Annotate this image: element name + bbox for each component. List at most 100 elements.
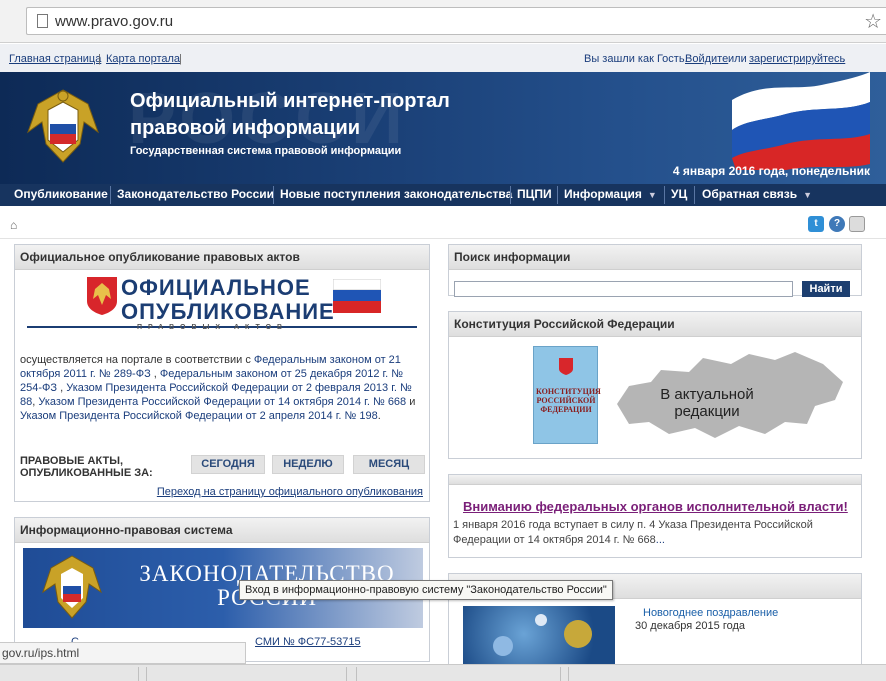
coat-of-arms-icon <box>87 277 117 315</box>
notice-title-link[interactable]: Вниманию федеральных органов исполнитель… <box>463 499 848 514</box>
print-icon[interactable] <box>849 216 865 232</box>
acts-published-label: ПРАВОВЫЕ АКТЫ, ОПУБЛИКОВАННЫЕ ЗА: <box>20 455 153 479</box>
twitter-icon[interactable]: t <box>808 216 824 232</box>
notice-body: 1 января 2016 года вступает в силу п. 4 … <box>453 519 813 546</box>
panel-header: Официальное опубликование правовых актов <box>15 245 429 270</box>
panel-title: Информационно-правовая система <box>20 523 233 537</box>
nav-feedback[interactable]: Обратная связь ▼ <box>702 187 812 201</box>
smi-registration-link[interactable]: СМИ № ФС77-53715 <box>255 636 361 648</box>
acts-label-line-2: ОПУБЛИКОВАННЫЕ ЗА: <box>20 467 153 479</box>
main-nav: Опубликование Законодательство России Но… <box>0 184 886 206</box>
panel-header: Информационно-правовая система <box>15 518 429 543</box>
publication-description: осуществляется на портале в соответствии… <box>20 353 422 423</box>
separator: | <box>98 53 101 65</box>
coat-of-arms-icon <box>559 358 573 375</box>
panel-header <box>449 475 861 485</box>
guest-status: Вы зашли как Гость. <box>584 53 688 65</box>
decree-link-668[interactable]: Указом Президента Российской Федерации о… <box>38 396 406 408</box>
login-link[interactable]: Войдите <box>685 53 728 65</box>
nav-uc[interactable]: УЦ <box>671 187 687 201</box>
browser-toolbar: www.pravo.gov.ru ☆ <box>0 0 886 43</box>
site-subtitle: Государственная система правовой информа… <box>130 145 402 157</box>
home-icon[interactable]: ⌂ <box>10 218 17 232</box>
nav-information-label: Информация <box>564 187 642 201</box>
official-publication-logo[interactable]: ОФИЦИАЛЬНОЕ ОПУБЛИКОВАНИЕ ПРАВОВЫХ АКТОВ <box>25 269 419 333</box>
dot-text: . <box>842 53 846 65</box>
nav-information[interactable]: Информация ▼ <box>564 187 657 201</box>
nav-publication[interactable]: Опубликование <box>14 187 108 201</box>
chevron-down-icon: ▼ <box>803 190 813 200</box>
logo-line-3: ПРАВОВЫХ АКТОВ <box>137 324 289 331</box>
read-more-link[interactable]: ... <box>656 534 665 546</box>
tooltip: Вход в информационно-правовую систему "З… <box>239 580 613 600</box>
download-separator <box>138 667 139 681</box>
comma: , <box>150 368 160 380</box>
nav-legislation[interactable]: Законодательство России <box>117 187 274 201</box>
panel-title: Поиск информации <box>454 250 571 264</box>
nav-separator <box>273 186 274 204</box>
current-date: 4 января 2016 года, понедельник <box>672 164 870 178</box>
today-button[interactable]: СЕГОДНЯ <box>191 455 265 474</box>
russian-flag-icon <box>732 72 870 170</box>
caption-line-2: редакции <box>674 403 740 420</box>
fso-emblem-icon[interactable] <box>18 82 108 168</box>
nav-new-legislation[interactable]: Новые поступления законодательства <box>280 187 512 201</box>
top-links-bar: Главная страница | Карта портала | Вы за… <box>0 44 886 72</box>
official-publication-page-link[interactable]: Переход на страницу официального опублик… <box>157 486 423 498</box>
constitution-book[interactable]: КОНСТИТУЦИЯ РОССИЙСКОЙ ФЕДЕРАЦИИ <box>533 346 601 444</box>
panel-header: Конституция Российской Федерации <box>449 312 861 337</box>
separator: | <box>179 53 182 65</box>
week-button[interactable]: НЕДЕЛЮ <box>272 455 344 474</box>
notice-panel: Вниманию федеральных органов исполнитель… <box>448 474 862 558</box>
fso-emblem-icon <box>42 555 102 619</box>
nav-separator <box>664 186 665 204</box>
nav-separator <box>110 186 111 204</box>
constitution-panel: Конституция Российской Федерации КОНСТИТ… <box>448 311 862 459</box>
help-icon[interactable]: ? <box>829 216 845 232</box>
month-button[interactable]: МЕСЯЦ <box>353 455 425 474</box>
news-item-date: 30 декабря 2015 года <box>635 620 746 632</box>
flag-icon <box>333 279 381 313</box>
constitution-caption[interactable]: В актуальной редакции <box>637 386 777 420</box>
search-input[interactable] <box>454 281 793 297</box>
chevron-down-icon: ▼ <box>647 190 657 200</box>
download-bar <box>0 664 886 681</box>
acts-label-line-1: ПРАВОВЫЕ АКТЫ, <box>20 455 124 467</box>
news-item-link[interactable]: Новогоднее поздравление <box>643 607 778 619</box>
home-page-link[interactable]: Главная страница <box>9 53 101 65</box>
utility-row: ⌂ t ? <box>0 206 886 239</box>
period: . <box>377 410 381 422</box>
download-item[interactable] <box>356 667 357 681</box>
panel-title: Конституция Российской Федерации <box>454 317 675 331</box>
download-separator <box>346 667 347 681</box>
site-title: Официальный интернет-портал правовой инф… <box>130 90 450 139</box>
nav-separator <box>510 186 511 204</box>
notice-text: 1 января 2016 года вступает в силу п. 4 … <box>453 518 857 548</box>
nav-pcpi[interactable]: ПЦПИ <box>517 187 552 201</box>
panel-header: Поиск информации <box>449 245 861 270</box>
book-cover-text: КОНСТИТУЦИЯ РОССИЙСКОЙ ФЕДЕРАЦИИ <box>536 387 601 414</box>
nav-separator <box>557 186 558 204</box>
bookmark-star-icon[interactable]: ☆ <box>864 9 882 34</box>
and-text: и <box>406 396 416 408</box>
search-button[interactable]: Найти <box>802 281 850 297</box>
register-link[interactable]: зарегистрируйтесь <box>749 53 845 65</box>
status-bar: gov.ru/ips.html <box>0 642 246 664</box>
description-prefix: осуществляется на портале в соответствии… <box>20 354 254 366</box>
comma: , <box>57 382 67 394</box>
or-text: или <box>728 53 747 65</box>
address-bar[interactable]: www.pravo.gov.ru ☆ <box>26 7 886 35</box>
download-item[interactable] <box>568 667 569 681</box>
page-icon <box>37 14 48 28</box>
panel-title: Официальное опубликование правовых актов <box>20 250 300 264</box>
logo-line-1: ОФИЦИАЛЬНОЕ <box>121 275 311 300</box>
url-text[interactable]: www.pravo.gov.ru <box>55 13 173 30</box>
decree-link-198[interactable]: Указом Президента Российской Федерации о… <box>20 410 378 422</box>
nav-feedback-label: Обратная связь <box>702 187 798 201</box>
logo-line-2: ОПУБЛИКОВАНИЕ <box>121 299 335 324</box>
nav-separator <box>694 186 695 204</box>
download-item[interactable] <box>146 667 147 681</box>
caption-line-1: В актуальной <box>660 386 754 403</box>
publication-panel: Официальное опубликование правовых актов… <box>14 244 430 502</box>
site-map-link[interactable]: Карта портала <box>106 53 180 65</box>
